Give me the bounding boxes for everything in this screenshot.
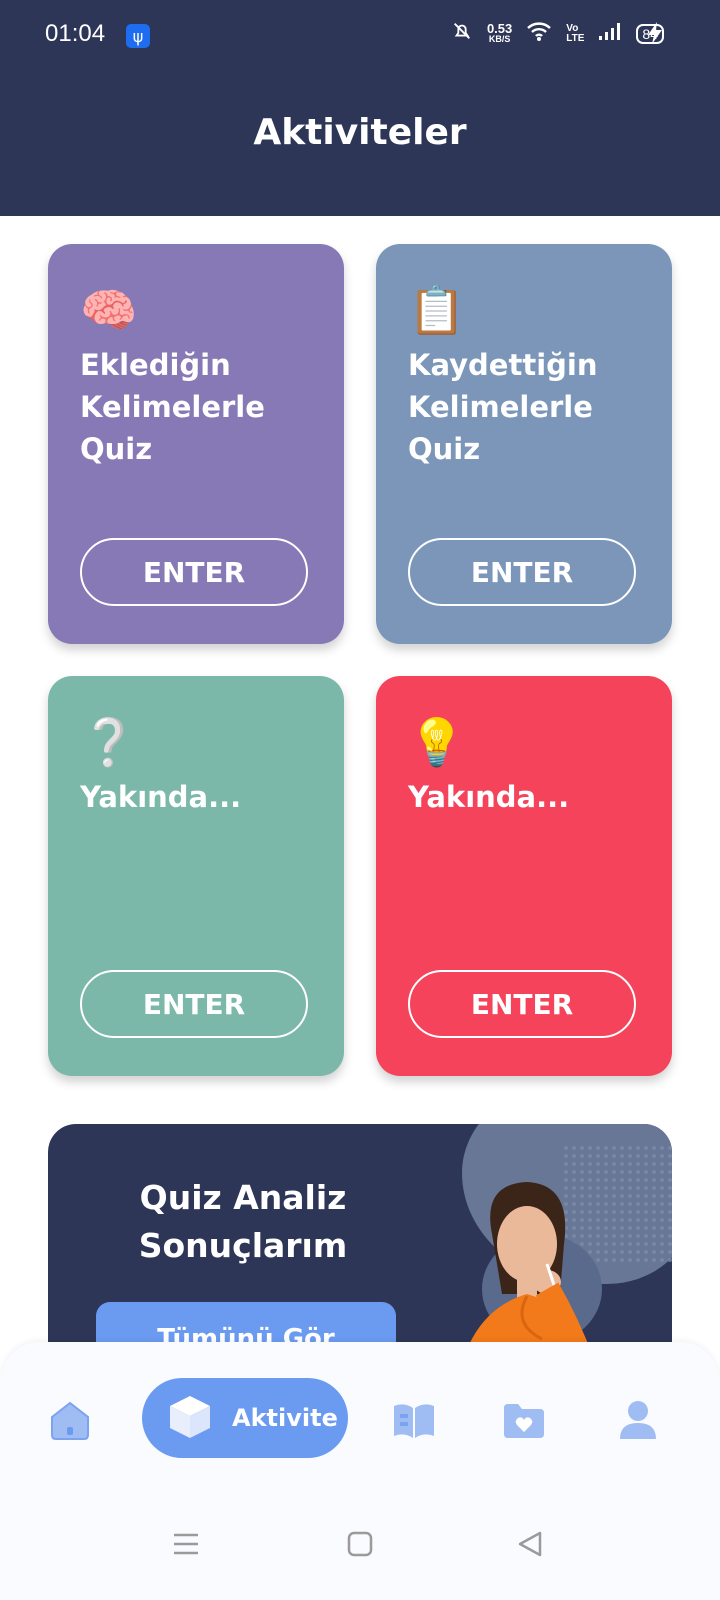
card-title: Kaydettiğin Kelimelerle Quiz [408, 348, 598, 466]
back-triangle-icon [516, 1530, 544, 1562]
banner-title: Quiz Analiz Sonuçlarım [138, 1178, 348, 1265]
lightbulb-icon: 💡 [408, 715, 466, 769]
user-icon [618, 1399, 658, 1445]
usb-icon: ψ [126, 24, 150, 48]
wifi-icon [526, 20, 552, 47]
enter-button[interactable]: ENTER [408, 970, 636, 1038]
charging-icon [648, 22, 662, 50]
bottom-navigation: Aktivite [0, 1342, 720, 1600]
net-speed: 0.53 KB/S [486, 20, 513, 45]
brain-icon: 🧠 [80, 283, 138, 337]
system-icons: 0.53 KB/S Vo LTE 84 [451, 20, 664, 47]
enter-button[interactable]: ENTER [80, 970, 308, 1038]
volte-bottom: LTE [566, 32, 585, 44]
activity-card-added-words-quiz: 🧠 Eklediğin Kelimelerle Quiz ENTER [48, 244, 344, 644]
card-title: Yakında... [80, 780, 242, 814]
nav-activity-label: Aktivite [232, 1404, 338, 1432]
enter-button[interactable]: ENTER [408, 538, 636, 606]
nav-dictionary[interactable] [390, 1398, 438, 1446]
square-icon [347, 1531, 373, 1561]
nav-activity[interactable]: Aktivite [142, 1378, 348, 1458]
card-title: Eklediğin Kelimelerle Quiz [80, 348, 265, 466]
clipboard-icon: 📋 [408, 283, 466, 337]
status-bar: 01:04 ψ 0.53 KB/S Vo LTE 84 [0, 0, 720, 72]
system-back-button[interactable] [510, 1526, 550, 1566]
question-icon: ❔ [80, 715, 138, 769]
activity-card-coming-soon-1: ❔ Yakında... ENTER [48, 676, 344, 1076]
net-speed-value: 0.53 [486, 20, 513, 36]
system-home-button[interactable] [340, 1526, 380, 1566]
nav-favorites[interactable] [500, 1398, 548, 1446]
menu-icon [172, 1532, 200, 1560]
page-title: Aktiviteler [253, 112, 467, 153]
system-menu-button[interactable] [166, 1526, 206, 1566]
book-icon [392, 1400, 436, 1444]
home-icon [48, 1399, 92, 1445]
mute-bell-icon [451, 20, 473, 47]
activity-card-coming-soon-2: 💡 Yakında... ENTER [376, 676, 672, 1076]
net-speed-unit: KB/S [488, 33, 511, 44]
card-title: Yakında... [408, 780, 570, 814]
enter-button[interactable]: ENTER [80, 538, 308, 606]
nav-profile[interactable] [614, 1398, 662, 1446]
nav-home[interactable] [46, 1398, 94, 1446]
volte-top: Vo [566, 22, 579, 34]
volte-indicator: Vo LTE [566, 22, 585, 44]
app-header: 01:04 ψ 0.53 KB/S Vo LTE 84 A [0, 0, 720, 216]
folder-heart-icon [502, 1400, 546, 1444]
cube-icon [166, 1392, 214, 1444]
status-time: 01:04 [45, 20, 106, 47]
signal-icon [598, 21, 622, 46]
activity-card-saved-words-quiz: 📋 Kaydettiğin Kelimelerle Quiz ENTER [376, 244, 672, 644]
